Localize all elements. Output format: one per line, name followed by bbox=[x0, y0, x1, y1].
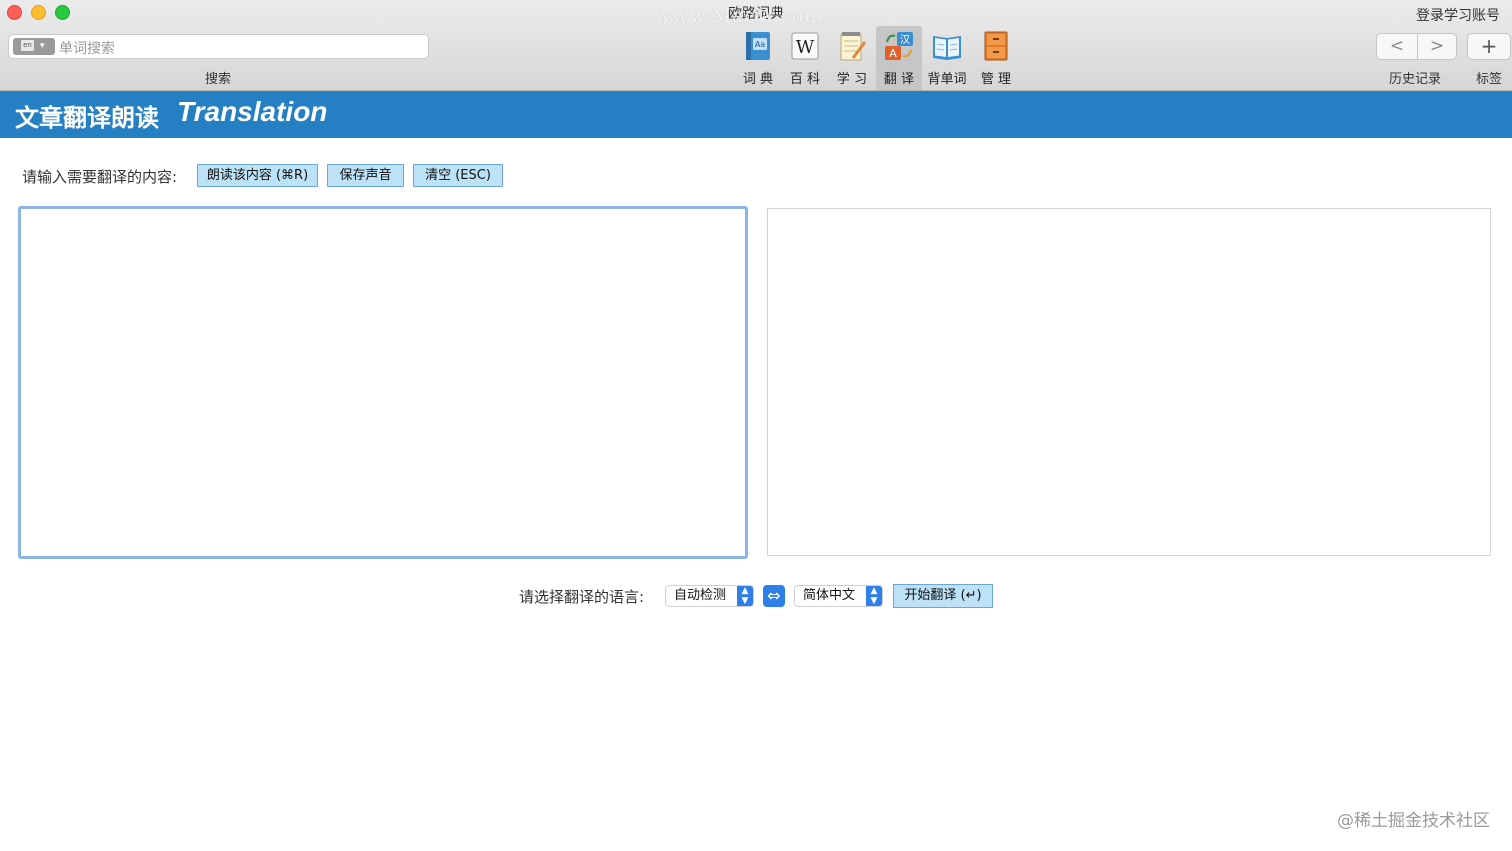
plus-icon: + bbox=[1480, 34, 1498, 58]
language-badge-icon: en bbox=[21, 40, 34, 51]
dictionary-icon: Aa bbox=[746, 32, 770, 60]
back-button[interactable]: < bbox=[1377, 36, 1417, 57]
translate-icon: 汉 A bbox=[885, 32, 913, 60]
window-titlebar: 欧路词典 www.MacW.com 登录学习账号 en ▾ 单词搜索 搜索 Aa… bbox=[0, 0, 1512, 91]
select-arrows-icon: ▲ ▼ bbox=[737, 586, 753, 606]
toolbar-label: 学 习 bbox=[836, 72, 868, 87]
history-label: 历史记录 bbox=[1389, 72, 1442, 87]
target-language-value: 简体中文 bbox=[803, 588, 856, 603]
add-tag-button[interactable]: + bbox=[1467, 33, 1511, 60]
toolbar-label: 背单词 bbox=[927, 72, 967, 87]
svg-text:汉: 汉 bbox=[900, 34, 910, 46]
search-label: 搜索 bbox=[205, 72, 232, 87]
site-watermark: www.MacW.com bbox=[655, 5, 824, 27]
study-notepad-icon bbox=[840, 32, 867, 61]
swap-languages-button[interactable]: ⇔ bbox=[763, 585, 785, 607]
chevron-down-icon: ▾ bbox=[40, 41, 45, 51]
swap-arrows-icon: ⇔ bbox=[767, 586, 781, 605]
toolbar-vocabulary[interactable]: 背单词 bbox=[924, 26, 970, 90]
toolbar-label: 百 科 bbox=[789, 72, 821, 87]
svg-text:A: A bbox=[889, 47, 897, 60]
language-prompt-label: 请选择翻译的语言: bbox=[519, 588, 645, 606]
toolbar-dictionary[interactable]: Aa 词 典 bbox=[735, 26, 781, 90]
page-subtitle: Translation bbox=[177, 96, 328, 127]
toolbar-label: 管 理 bbox=[980, 72, 1012, 87]
select-arrows-icon: ▲ ▼ bbox=[866, 586, 882, 606]
history-nav-group: < > bbox=[1376, 33, 1457, 60]
translation-output-area bbox=[767, 208, 1491, 556]
start-translate-button[interactable]: 开始翻译 (↵) bbox=[893, 584, 993, 608]
chevron-left-icon: < bbox=[1389, 36, 1405, 56]
clear-button[interactable]: 清空 (ESC) bbox=[413, 164, 503, 187]
tags-label: 标签 bbox=[1476, 72, 1503, 87]
word-search-field[interactable]: en ▾ 单词搜索 bbox=[8, 34, 429, 59]
forward-button[interactable]: > bbox=[1417, 36, 1457, 57]
page-banner: 文章翻译朗读 Translation bbox=[0, 91, 1512, 138]
toolbar-wikipedia[interactable]: W 百 科 bbox=[782, 26, 828, 90]
save-audio-button[interactable]: 保存声音 bbox=[327, 164, 404, 187]
read-aloud-button[interactable]: 朗读该内容 (⌘R) bbox=[197, 164, 318, 187]
target-language-select[interactable]: 简体中文 ▲ ▼ bbox=[794, 585, 883, 607]
toolbar-manage[interactable]: 管 理 bbox=[973, 26, 1019, 90]
source-language-value: 自动检测 bbox=[674, 588, 727, 603]
vocabulary-book-icon bbox=[933, 36, 961, 60]
toolbar-label: 词 典 bbox=[742, 72, 774, 87]
source-text-area[interactable] bbox=[18, 206, 748, 559]
toolbar-study[interactable]: 学 习 bbox=[829, 26, 875, 90]
toolbar-label: 翻 译 bbox=[883, 72, 915, 87]
svg-text:W: W bbox=[796, 37, 815, 58]
search-language-dropdown[interactable]: en ▾ bbox=[13, 38, 55, 55]
wikipedia-icon: W bbox=[791, 32, 819, 60]
source-language-select[interactable]: 自动检测 ▲ ▼ bbox=[665, 585, 754, 607]
manage-cabinet-icon bbox=[984, 31, 1008, 61]
input-prompt-label: 请输入需要翻译的内容: bbox=[22, 168, 178, 186]
toolbar-translate[interactable]: 汉 A 翻 译 bbox=[876, 26, 922, 90]
chevron-right-icon: > bbox=[1429, 36, 1445, 56]
search-input[interactable]: 单词搜索 bbox=[59, 38, 115, 58]
login-link[interactable]: 登录学习账号 bbox=[1416, 5, 1500, 25]
page-title: 文章翻译朗读 bbox=[15, 104, 159, 132]
community-watermark: @稀土掘金技术社区 bbox=[1337, 811, 1490, 831]
svg-text:Aa: Aa bbox=[755, 40, 765, 49]
